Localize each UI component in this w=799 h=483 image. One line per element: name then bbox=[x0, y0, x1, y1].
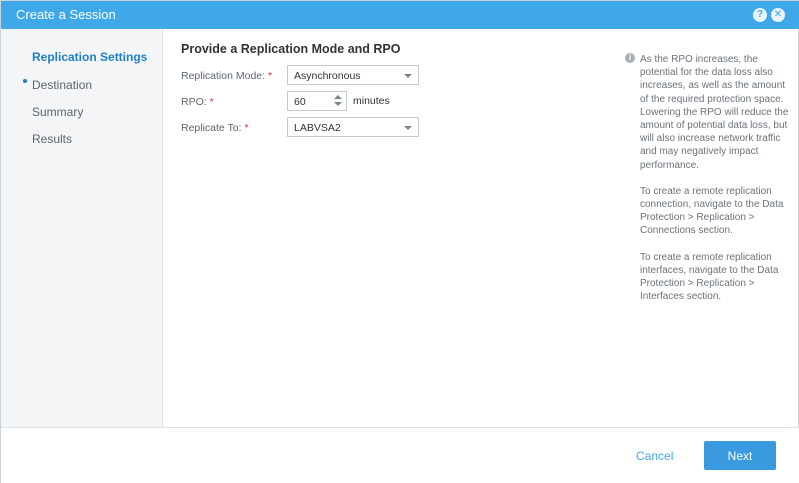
active-step-bullet-icon bbox=[23, 79, 27, 83]
question-icon[interactable]: ? bbox=[753, 8, 767, 22]
rpo-unit-label: minutes bbox=[353, 95, 390, 107]
wizard-steps-sidebar: Replication Settings Destination Summary… bbox=[1, 29, 163, 427]
info-icon: i bbox=[625, 53, 635, 63]
dialog-titlebar: Create a Session ? ✕ bbox=[1, 1, 799, 29]
info-paragraph-connections: To create a remote replication connectio… bbox=[640, 185, 784, 237]
sidebar-item-replication-settings[interactable]: Replication Settings bbox=[32, 50, 147, 64]
replicate-to-label-text: Replicate To: bbox=[181, 122, 242, 134]
replication-mode-label: Replication Mode: * bbox=[181, 70, 272, 82]
sidebar-item-destination[interactable]: Destination bbox=[32, 78, 92, 92]
rpo-stepper[interactable]: 60 bbox=[287, 91, 347, 111]
replicate-to-select[interactable]: LABVSA2 bbox=[287, 117, 419, 137]
rpo-value: 60 bbox=[294, 96, 306, 108]
replicate-to-label: Replicate To: * bbox=[181, 122, 249, 134]
replication-mode-label-text: Replication Mode: bbox=[181, 70, 266, 82]
create-session-dialog: Create a Session ? ✕ Replication Setting… bbox=[0, 0, 799, 483]
dialog-title: Create a Session bbox=[16, 7, 116, 22]
chevron-down-icon bbox=[404, 74, 412, 78]
sidebar-item-summary[interactable]: Summary bbox=[32, 105, 83, 119]
close-icon[interactable]: ✕ bbox=[771, 8, 785, 22]
required-marker: * bbox=[209, 96, 214, 108]
replication-mode-value: Asynchronous bbox=[294, 70, 361, 82]
cancel-button[interactable]: Cancel bbox=[636, 449, 673, 463]
decrement-arrow-icon[interactable] bbox=[334, 102, 342, 106]
info-paragraph-rpo: As the RPO increases, the potential for … bbox=[640, 54, 789, 171]
chevron-down-icon bbox=[404, 126, 412, 130]
required-marker: * bbox=[267, 70, 273, 82]
replicate-to-value: LABVSA2 bbox=[294, 122, 341, 134]
sidebar-item-results[interactable]: Results bbox=[32, 132, 72, 146]
rpo-label-text: RPO: bbox=[181, 96, 207, 108]
rpo-label: RPO: * bbox=[181, 96, 214, 108]
increment-arrow-icon[interactable] bbox=[334, 95, 342, 99]
dialog-footer: Cancel Next bbox=[1, 427, 799, 483]
info-paragraph-interfaces: To create a remote replication interface… bbox=[640, 251, 779, 303]
main-content: Provide a Replication Mode and RPO Repli… bbox=[164, 29, 799, 427]
required-marker: * bbox=[244, 122, 249, 134]
info-panel: As the RPO increases, the potential for … bbox=[640, 53, 796, 316]
replication-mode-select[interactable]: Asynchronous bbox=[287, 65, 419, 85]
page-title: Provide a Replication Mode and RPO bbox=[181, 42, 401, 56]
next-button[interactable]: Next bbox=[704, 441, 776, 470]
